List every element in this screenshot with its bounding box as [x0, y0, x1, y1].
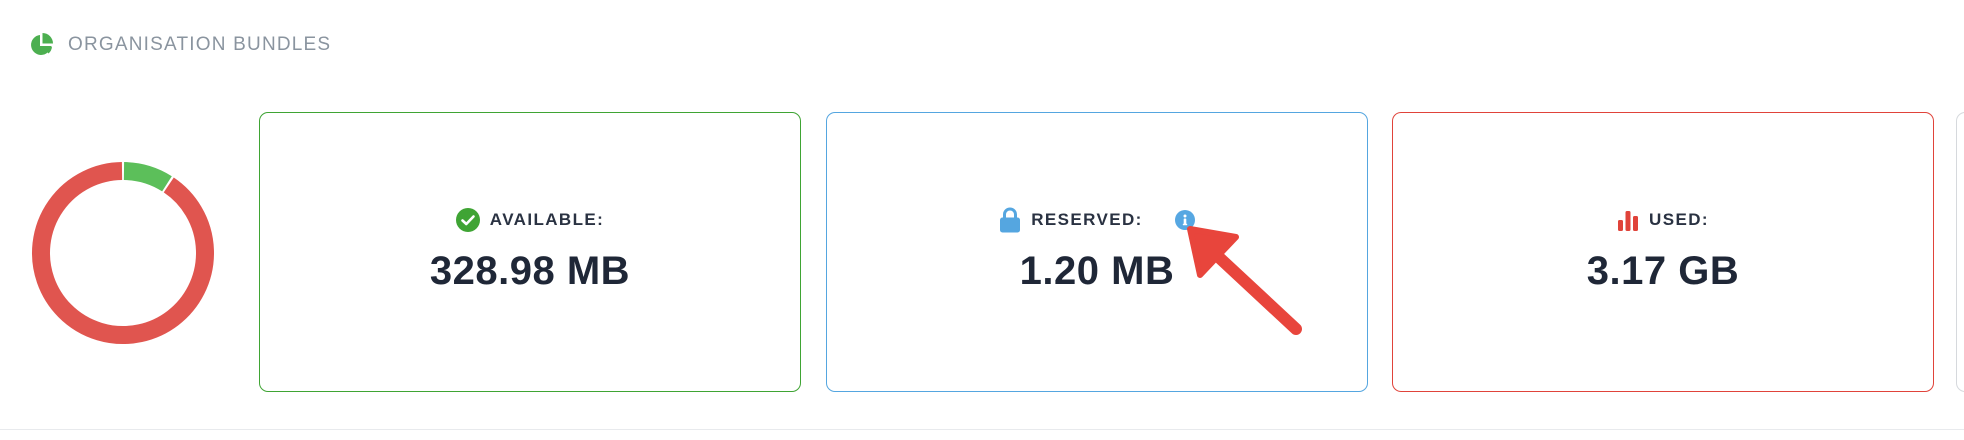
section-title: ORGANISATION BUNDLES [68, 34, 332, 55]
used-label: USED: [1649, 210, 1709, 229]
used-value: 3.17 GB [1586, 249, 1740, 293]
section-divider [0, 429, 1964, 430]
donut-segment-used [32, 162, 214, 344]
bar-chart-icon [1618, 211, 1639, 231]
available-label: AVAILABLE: [489, 210, 605, 229]
available-card: AVAILABLE: 328.98 MB [259, 112, 801, 392]
available-label-row: AVAILABLE: [260, 207, 800, 233]
next-card-edge [1956, 112, 1964, 392]
reserved-label: RESERVED: [1031, 210, 1143, 229]
red-arrow-icon [1187, 226, 1302, 335]
used-card: USED: 3.17 GB [1392, 112, 1934, 392]
check-circle-icon [455, 208, 480, 232]
organisation-bundles-panel: ORGANISATION BUNDLES AVAILABLE: 328.98 M… [0, 0, 1964, 440]
available-value: 328.98 MB [429, 249, 631, 293]
used-label-row: USED: [1393, 207, 1933, 233]
usage-donut-chart [32, 162, 214, 344]
donut-segment-available [123, 162, 172, 192]
section-header: ORGANISATION BUNDLES [28, 32, 331, 58]
pie-chart-icon [31, 33, 53, 55]
lock-icon [1000, 207, 1021, 233]
